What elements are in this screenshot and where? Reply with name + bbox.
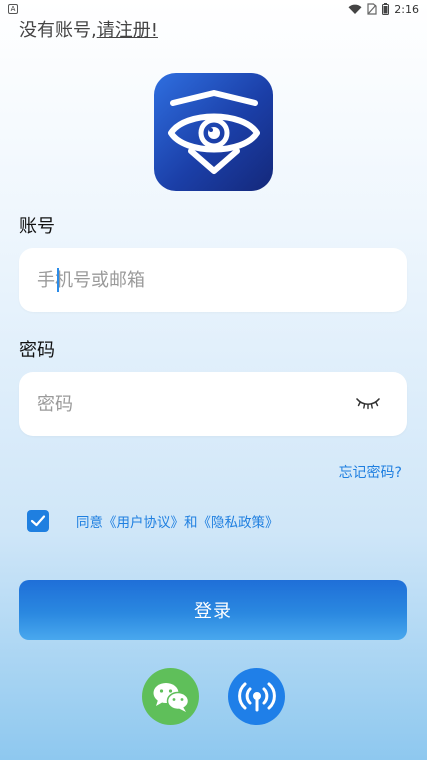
agreement-row: 同意《用户协议》和《隐私政策》: [27, 510, 279, 532]
account-label: 账号: [19, 216, 55, 237]
battery-icon: [382, 3, 390, 15]
clock: 2:16: [394, 2, 419, 16]
login-button[interactable]: 登录: [19, 580, 407, 640]
broadcast-icon: [237, 682, 276, 711]
agreement-text[interactable]: 同意《用户协议》和《隐私政策》: [76, 511, 279, 531]
account-field-container[interactable]: [19, 248, 407, 312]
register-link[interactable]: 请注册!: [97, 20, 158, 41]
wifi-icon: [348, 4, 362, 14]
checkmark-icon: [30, 515, 46, 527]
password-input[interactable]: [37, 393, 389, 415]
no-sim-icon: [367, 3, 377, 15]
register-prompt: 没有账号,请注册!: [19, 16, 158, 42]
password-label: 密码: [19, 340, 55, 361]
broadcast-login-button[interactable]: [228, 668, 285, 725]
agreement-checkbox[interactable]: [27, 510, 49, 532]
password-field-container[interactable]: [19, 372, 407, 436]
eye-closed-icon[interactable]: [355, 394, 381, 412]
notification-icon: A: [8, 4, 18, 14]
eye-shield-icon: [167, 90, 260, 174]
app-logo: [154, 73, 273, 191]
register-prompt-text: 没有账号,: [19, 20, 97, 41]
wechat-icon: [153, 682, 189, 712]
account-input[interactable]: [37, 269, 389, 291]
wechat-login-button[interactable]: [142, 668, 199, 725]
forgot-password-link[interactable]: 忘记密码?: [339, 462, 402, 482]
text-cursor: [57, 268, 59, 292]
